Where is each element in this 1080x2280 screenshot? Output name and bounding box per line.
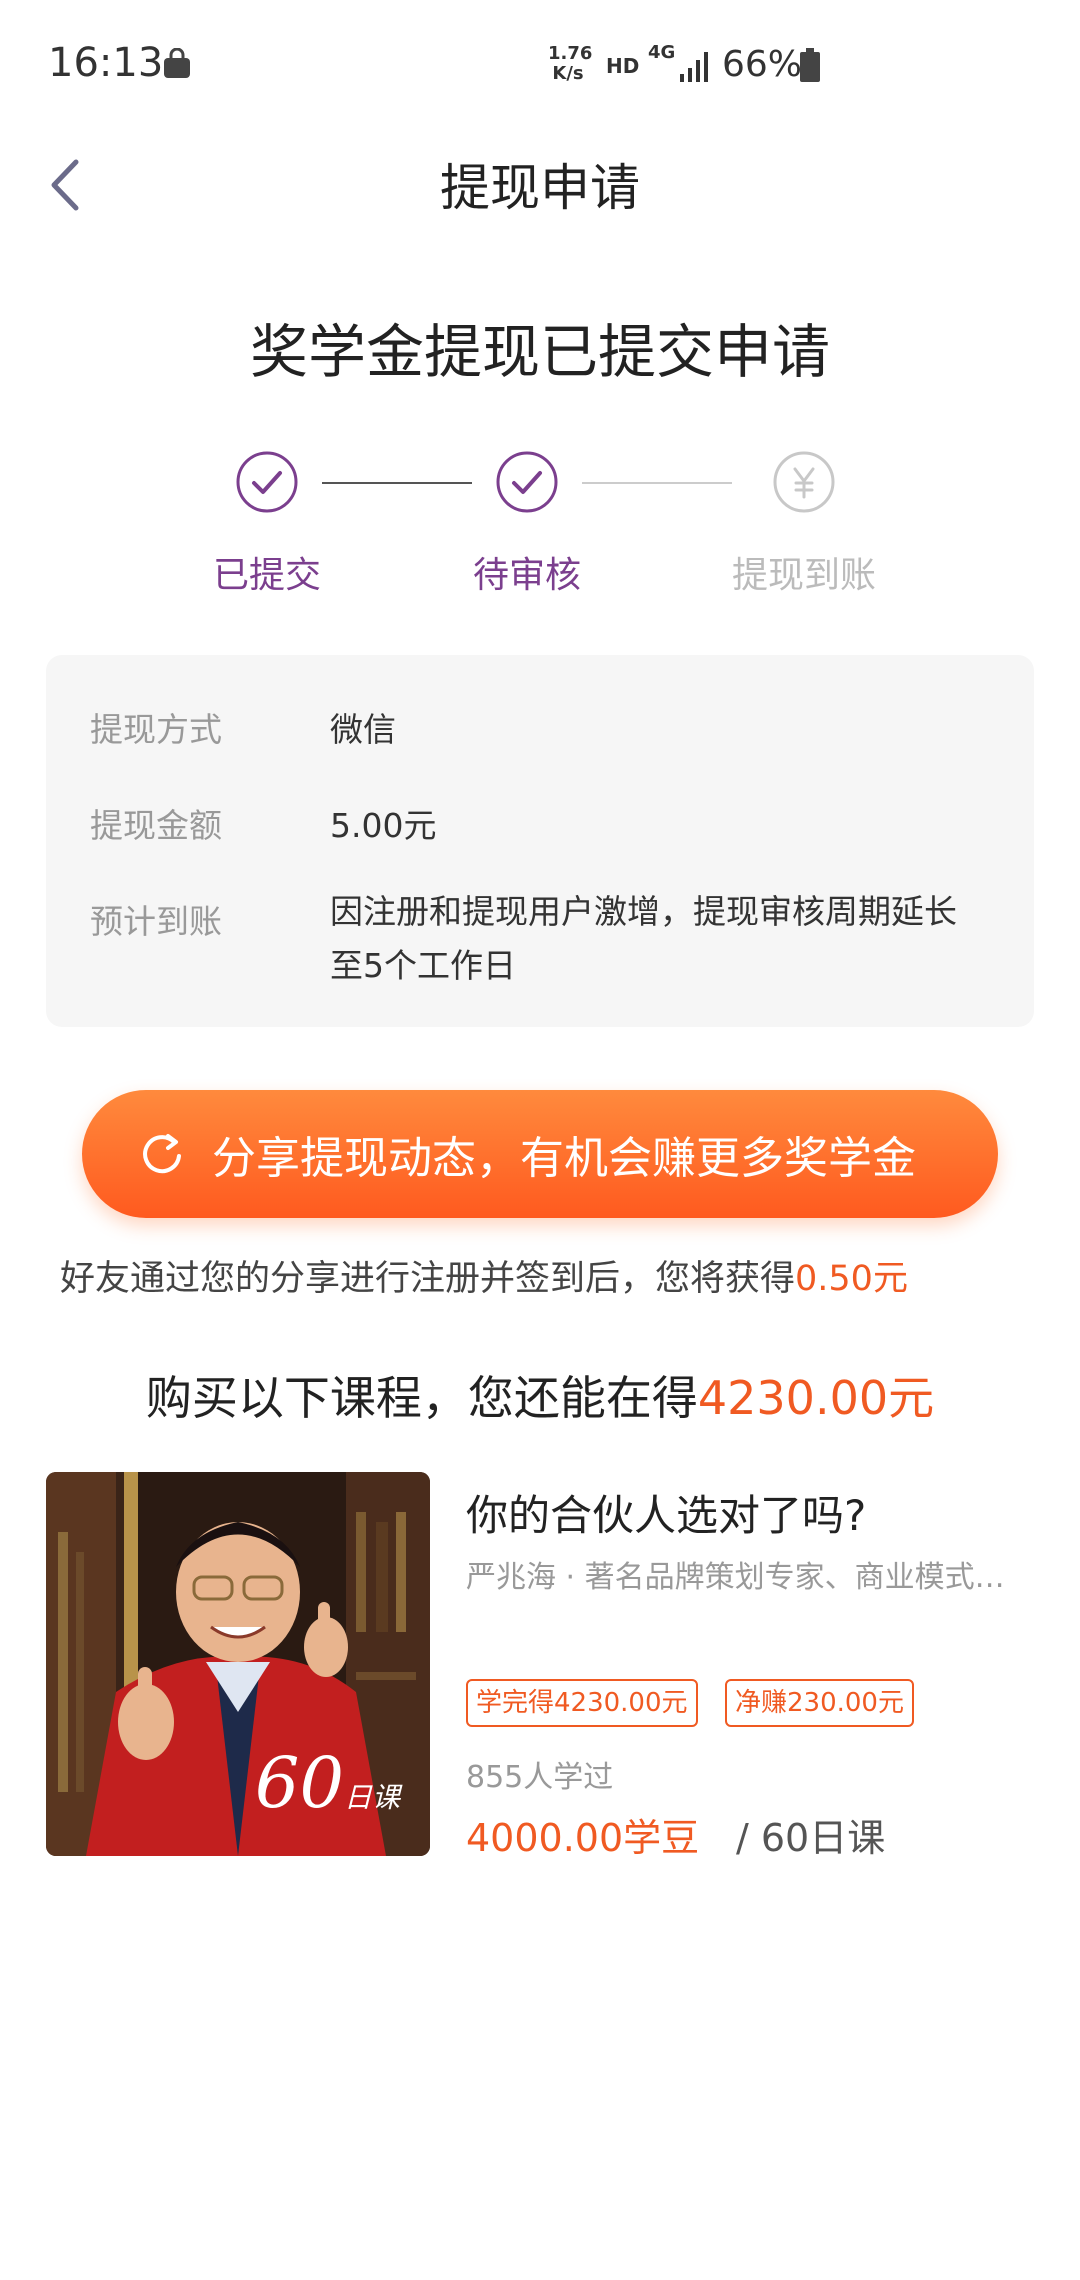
course-title: 你的合伙人选对了吗?	[466, 1491, 867, 1540]
step-label-received: 提现到账	[731, 555, 876, 596]
network-type: 4G	[648, 42, 676, 63]
info-value: 因注册和提现用户激增，提现审核周期延长至5个工作日	[330, 892, 957, 985]
info-key: 预计到账	[90, 902, 222, 941]
share-reward-note: 好友通过您的分享进行注册并签到后，您将获得0.50元	[60, 1259, 908, 1299]
withdrawal-info-card: 提现方式 微信 提现金额 5.00元 预计到账 因注册和提现用户激增，提现审核周…	[46, 655, 1034, 1027]
nav-bar: 提现申请	[0, 130, 1080, 240]
share-button[interactable]: 分享提现动态，有机会赚更多奖学金	[82, 1090, 998, 1218]
step-label-submitted: 已提交	[212, 555, 321, 596]
step-connector	[582, 482, 732, 484]
step-connector	[322, 482, 472, 484]
course-thumbnail: 60日课	[46, 1472, 430, 1856]
info-key: 提现金额	[90, 806, 222, 845]
course-duration-badge: 60日课	[254, 1742, 400, 1824]
signal-icon	[680, 52, 708, 82]
network-speed: 1.76 K/s	[548, 43, 593, 84]
page-title: 提现申请	[440, 159, 640, 217]
status-time: 16:13	[48, 40, 164, 86]
battery-icon	[800, 48, 820, 82]
course-card[interactable]: 60日课 你的合伙人选对了吗? 严兆海 · 著名品牌策划专家、商业模式设计专家 …	[46, 1472, 1034, 1860]
shopping-bag-icon	[164, 48, 190, 78]
course-subtitle: 严兆海 · 著名品牌策划专家、商业模式设计专家	[466, 1560, 1026, 1595]
progress-steps: 已提交 待审核 提现到账	[0, 450, 1080, 600]
buy-heading: 购买以下课程，您还能在得4230.00元	[145, 1371, 935, 1425]
info-value: 5.00元	[330, 806, 437, 845]
refresh-icon	[143, 1134, 181, 1174]
status-bar: 16:13 1.76 K/s HD 4G 66%	[0, 0, 1080, 130]
battery-percent: 66%	[722, 44, 803, 85]
hd-indicator: HD	[606, 54, 640, 78]
net-earn-tag: 净赚230.00元	[725, 1679, 914, 1727]
yen-circle-icon	[773, 451, 835, 513]
step-label-reviewing: 待审核	[472, 555, 581, 596]
learner-count: 855人学过	[466, 1760, 614, 1795]
reward-tag: 学完得4230.00元	[466, 1679, 698, 1727]
course-duration: / 60日课	[736, 1816, 886, 1860]
check-circle-icon	[236, 451, 298, 513]
check-circle-icon	[496, 451, 558, 513]
course-price: 4000.00学豆	[466, 1816, 700, 1860]
info-key: 提现方式	[90, 710, 222, 749]
share-button-label: 分享提现动态，有机会赚更多奖学金	[212, 1133, 916, 1184]
status-headline: 奖学金提现已提交申请	[249, 318, 830, 386]
info-value: 微信	[330, 710, 396, 749]
